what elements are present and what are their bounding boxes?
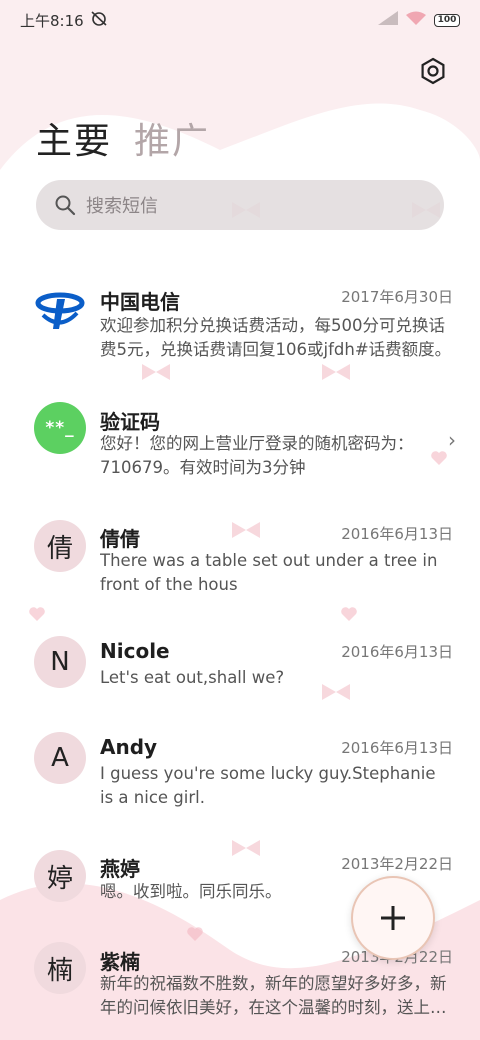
avatar: 倩 bbox=[34, 520, 86, 572]
sender-name: 中国电信 bbox=[100, 290, 180, 314]
bow-decoration-icon bbox=[232, 840, 260, 856]
message-date: 2013年2月22日 bbox=[341, 855, 453, 873]
avatar: **_ bbox=[34, 402, 86, 454]
search-icon bbox=[55, 195, 76, 216]
message-date: 2016年6月13日 bbox=[341, 643, 453, 661]
plus-icon bbox=[381, 906, 405, 930]
telecom-logo-icon bbox=[34, 284, 86, 336]
message-date: 2016年6月13日 bbox=[341, 525, 453, 543]
sender-name: 验证码 bbox=[100, 410, 160, 434]
battery-icon: 100 bbox=[434, 13, 460, 27]
tab-promotion[interactable]: 推广 bbox=[134, 112, 210, 164]
message-date: 2017年6月30日 bbox=[341, 288, 453, 306]
message-preview: 新年的祝福数不胜数，新年的愿望好多好多，新年的问候依旧美好，在这个温馨的时刻，送… bbox=[100, 974, 447, 1017]
message-preview: Let's eat out,shall we? bbox=[100, 668, 285, 687]
wifi-icon bbox=[406, 11, 426, 29]
sender-name: Nicole bbox=[100, 639, 170, 663]
heart-decoration-icon bbox=[29, 607, 45, 621]
avatar: A bbox=[34, 732, 86, 784]
avatar: N bbox=[34, 636, 86, 688]
signal-icon bbox=[378, 11, 398, 29]
avatar: 婷 bbox=[34, 850, 86, 902]
alarm-off-icon bbox=[90, 10, 108, 30]
message-preview: 欢迎参加积分兑换话费活动，每500分可兑换话费5元，兑换话费请回复106或jfd… bbox=[100, 316, 452, 359]
message-preview: I guess you're some lucky guy.Stephanie … bbox=[100, 764, 436, 807]
status-bar: 上午8:16 100 bbox=[0, 0, 480, 40]
search-bar[interactable]: 搜索短信 bbox=[36, 180, 444, 230]
message-preview: There was a table set out under a tree i… bbox=[100, 551, 438, 594]
message-date: 2016年6月13日 bbox=[341, 739, 453, 757]
bow-decoration-icon bbox=[322, 364, 350, 380]
settings-button[interactable] bbox=[414, 52, 452, 90]
sender-name: 倩倩 bbox=[100, 527, 140, 551]
search-placeholder: 搜索短信 bbox=[86, 196, 158, 217]
sender-name: 紫楠 bbox=[100, 950, 140, 974]
heart-decoration-icon bbox=[187, 927, 203, 941]
bow-decoration-icon bbox=[232, 522, 260, 538]
sender-name: Andy bbox=[100, 735, 158, 759]
tab-bar: 主要 推广 bbox=[36, 112, 210, 164]
message-preview: 您好！您的网上营业厅登录的随机密码为：710679。有效时间为3分钟 bbox=[100, 434, 414, 477]
status-time: 上午8:16 bbox=[20, 11, 84, 30]
bow-decoration-icon bbox=[142, 364, 170, 380]
sender-name: 燕婷 bbox=[100, 857, 140, 881]
tab-main[interactable]: 主要 bbox=[36, 112, 112, 164]
new-message-button[interactable] bbox=[351, 876, 435, 960]
avatar: 楠 bbox=[34, 942, 86, 994]
hexagon-settings-icon bbox=[421, 57, 445, 85]
heart-decoration-icon bbox=[341, 607, 357, 621]
